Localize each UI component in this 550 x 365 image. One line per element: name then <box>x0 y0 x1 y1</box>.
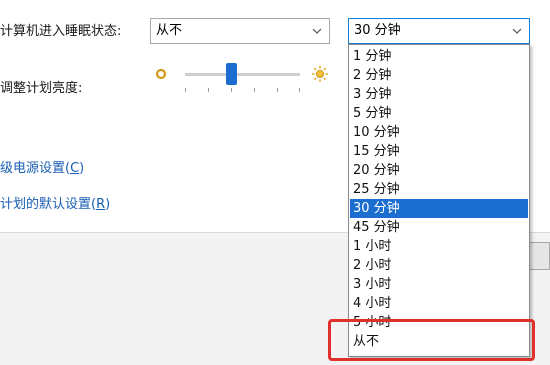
slider-tick <box>299 88 300 92</box>
slider-tick <box>231 88 232 92</box>
sleep-plugged-in-value: 30 分钟 <box>354 23 401 38</box>
dropdown-option[interactable]: 20 分钟 <box>350 161 528 180</box>
advanced-link-accesskey: C <box>70 161 80 176</box>
sleep-plugged-in-select[interactable]: 30 分钟 <box>348 18 530 44</box>
dropdown-option[interactable]: 2 小时 <box>350 256 528 275</box>
dropdown-option[interactable]: 3 分钟 <box>350 85 528 104</box>
footer-button[interactable] <box>528 242 550 270</box>
dropdown-option[interactable]: 45 分钟 <box>350 218 528 237</box>
dropdown-option[interactable]: 5 分钟 <box>350 104 528 123</box>
sleep-on-battery-select[interactable]: 从不 <box>150 18 330 44</box>
advanced-power-settings-link[interactable]: 级电源设置(C) <box>0 157 84 176</box>
brightness-slider-track[interactable] <box>185 73 300 76</box>
slider-tick <box>254 88 255 92</box>
dropdown-option[interactable]: 25 分钟 <box>350 180 528 199</box>
advanced-link-close: ) <box>79 161 85 176</box>
slider-tick <box>208 88 209 92</box>
slider-tick <box>277 88 278 92</box>
advanced-link-text: 级电源设置( <box>0 161 71 176</box>
dropdown-option[interactable]: 30 分钟 <box>350 199 528 218</box>
dropdown-option[interactable]: 1 分钟 <box>350 47 528 66</box>
brightness-low-icon <box>155 68 167 84</box>
restore-link-close: ) <box>105 197 111 212</box>
restore-link-accesskey: R <box>96 197 106 212</box>
sleep-timeout-dropdown-list: 1 分钟 2 分钟 3 分钟 5 分钟 10 分钟 15 分钟 20 分钟 25 分钟 30 分… <box>348 44 530 357</box>
restore-defaults-link[interactable]: 计划的默认设置(R) <box>0 193 110 212</box>
dropdown-option[interactable]: 3 小时 <box>350 275 528 294</box>
brightness-high-icon <box>311 65 329 87</box>
chevron-down-icon <box>511 19 523 43</box>
dropdown-option[interactable]: 1 小时 <box>350 237 528 256</box>
sleep-label: 计算机进入睡眠状态: <box>0 24 122 39</box>
restore-link-text: 计划的默认设置( <box>0 197 97 212</box>
chevron-down-icon <box>311 19 323 43</box>
brightness-label: 调整计划亮度: <box>0 81 83 96</box>
dropdown-option[interactable]: 2 分钟 <box>350 66 528 85</box>
brightness-slider-thumb[interactable] <box>226 63 237 85</box>
sleep-on-battery-value: 从不 <box>156 23 183 38</box>
annotation-highlight-box <box>328 319 535 361</box>
dropdown-option[interactable]: 10 分钟 <box>350 123 528 142</box>
slider-tick <box>185 88 186 92</box>
dropdown-option[interactable]: 4 小时 <box>350 294 528 313</box>
dropdown-option[interactable]: 15 分钟 <box>350 142 528 161</box>
